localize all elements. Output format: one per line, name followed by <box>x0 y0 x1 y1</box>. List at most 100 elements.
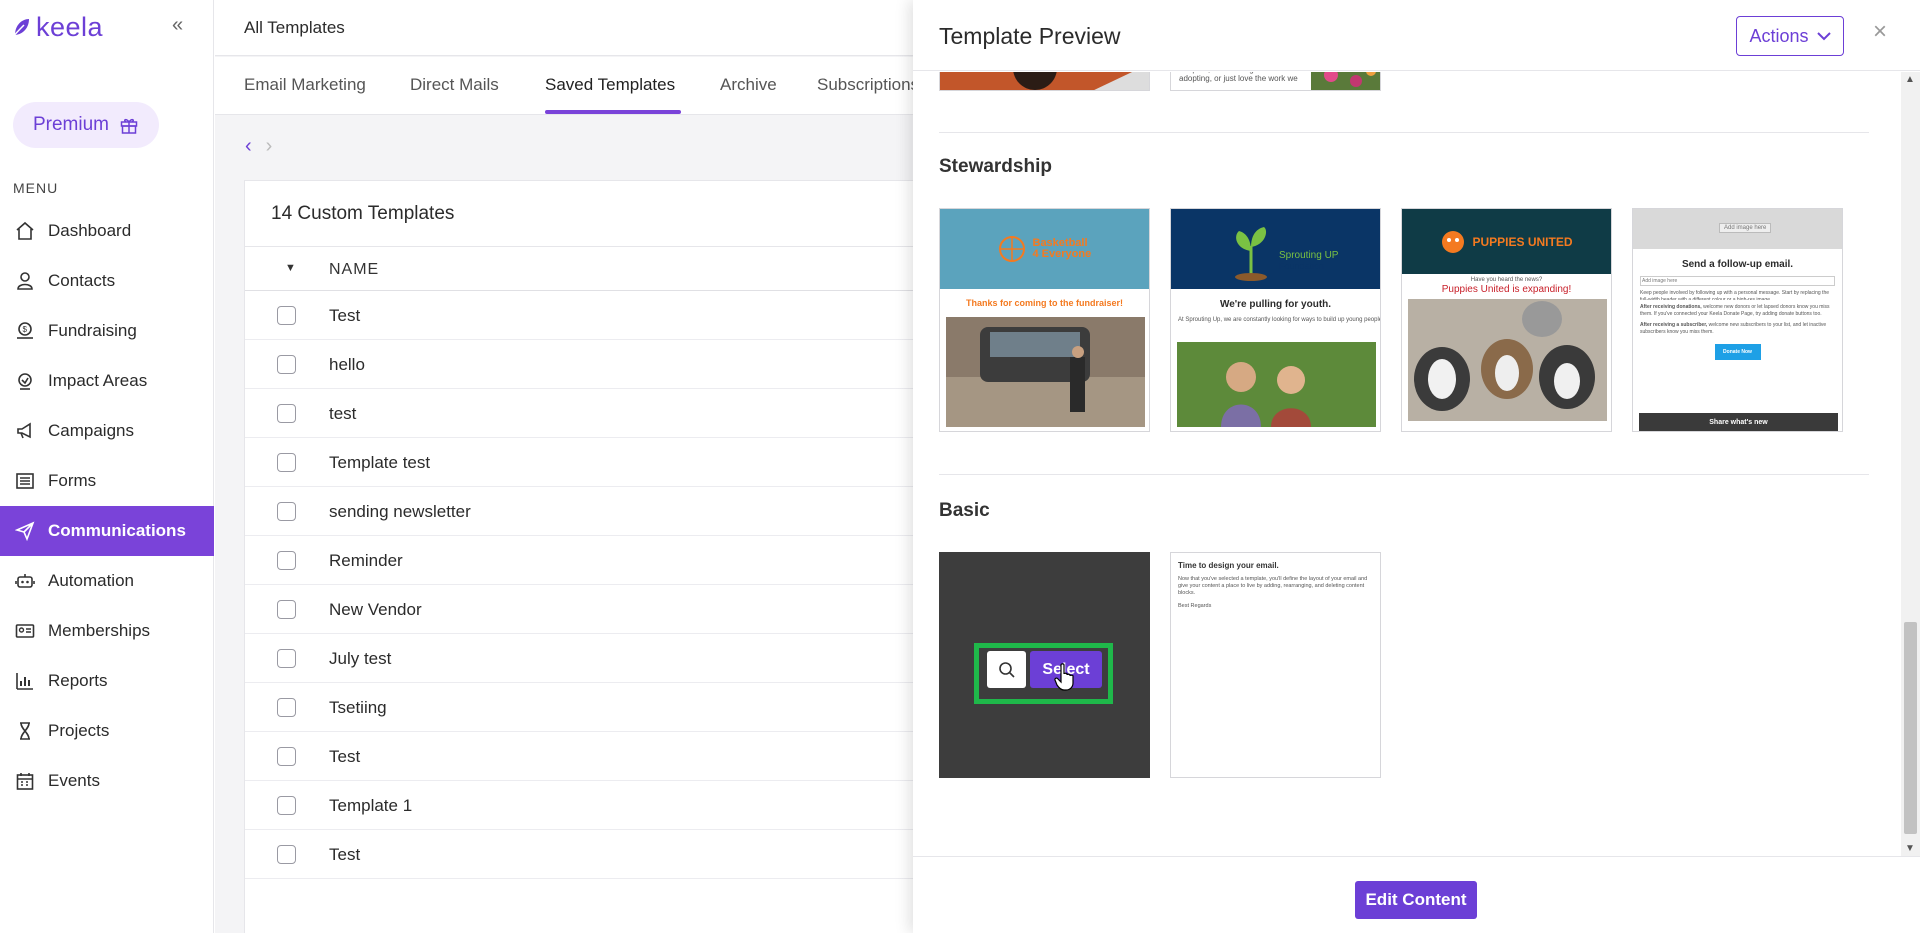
sprout-icon <box>1235 227 1267 281</box>
page-title: All Templates <box>244 18 345 37</box>
sidebar-item-label: Events <box>48 771 100 790</box>
thumb-text: adopted, are thinking about adopting, or… <box>1179 72 1298 83</box>
id-card-icon <box>14 620 36 642</box>
column-header-name[interactable]: NAME <box>329 261 379 279</box>
tab-direct-mails[interactable]: Direct Mails <box>410 75 499 95</box>
thumb-heading: Time to design your email. <box>1178 561 1279 570</box>
image-placeholder: Add image here <box>1719 223 1772 233</box>
thumb-body: After receiving donations, welcome new d… <box>1633 300 1842 318</box>
sidebar-item-projects[interactable]: Projects <box>0 706 214 756</box>
next-page-icon[interactable]: › <box>266 135 273 158</box>
template-thumbnail-follow-up[interactable]: Add image here Send a follow-up email. A… <box>1632 208 1843 432</box>
row-checkbox[interactable] <box>277 698 296 717</box>
edit-content-button[interactable]: Edit Content <box>1355 881 1477 919</box>
collapse-sidebar-icon[interactable]: « <box>172 14 183 37</box>
thumb-header: Sprouting UP Foundation <box>1171 209 1380 289</box>
row-name: New Vendor <box>329 600 422 619</box>
row-checkbox[interactable] <box>277 747 296 766</box>
puppies-photo-image <box>1408 299 1607 421</box>
row-checkbox[interactable] <box>277 453 296 472</box>
actions-dropdown-button[interactable]: Actions <box>1736 16 1844 56</box>
thumb-header: Add image here <box>1633 209 1842 249</box>
row-checkbox[interactable] <box>277 600 296 619</box>
row-checkbox[interactable] <box>277 404 296 423</box>
tab-email-marketing[interactable]: Email Marketing <box>244 75 366 95</box>
thumb-heading: Puppies United is expanding! <box>1441 284 1572 295</box>
template-thumbnail[interactable]: adopted, are thinking about adopting, or… <box>1170 72 1381 91</box>
template-preview-panel: Template Preview Actions × adopted, are … <box>913 0 1920 933</box>
thumb-heading: Send a follow-up email. <box>1681 259 1794 270</box>
keela-logo[interactable]: keela <box>12 12 103 43</box>
thumb-small: Have you heard the news? <box>1470 277 1543 283</box>
sidebar-item-communications[interactable]: Communications <box>0 506 214 556</box>
sidebar-item-memberships[interactable]: Memberships <box>0 606 214 656</box>
row-checkbox[interactable] <box>277 551 296 570</box>
scroll-down-arrow-icon[interactable]: ▼ <box>1905 843 1915 854</box>
thumb-brand: Basketball 4 Everyone <box>1032 237 1092 260</box>
sidebar-item-campaigns[interactable]: Campaigns <box>0 406 214 456</box>
sidebar-item-automation[interactable]: Automation <box>0 556 214 606</box>
tab-archive[interactable]: Archive <box>720 75 777 95</box>
sidebar-item-events[interactable]: Events <box>0 756 214 806</box>
dog-icon <box>1442 230 1465 253</box>
hand-cursor-icon <box>1054 663 1074 691</box>
hand-icon <box>14 370 36 392</box>
row-name: Template 1 <box>329 796 413 815</box>
thumbnail-image <box>940 72 1149 90</box>
sidebar-item-dashboard[interactable]: Dashboard <box>0 206 214 256</box>
row-checkbox[interactable] <box>277 649 296 668</box>
preview-template-button[interactable] <box>987 651 1026 688</box>
premium-button[interactable]: Premium <box>13 102 159 148</box>
sidebar-item-contacts[interactable]: Contacts <box>0 256 214 306</box>
megaphone-icon <box>14 420 36 442</box>
sidebar-item-label: Memberships <box>48 621 151 640</box>
sidebar-item-fundraising[interactable]: $ Fundraising <box>0 306 214 356</box>
row-name: Test <box>329 306 361 325</box>
thumb-brand-name: Sprouting UP <box>1279 250 1339 261</box>
sort-caret-icon[interactable]: ▼ <box>285 262 296 274</box>
scrollbar-thumb[interactable] <box>1904 622 1917 834</box>
menu-title: MENU <box>13 180 59 196</box>
section-divider <box>939 474 1869 475</box>
sidebar-item-label: Forms <box>48 471 97 490</box>
sidebar-item-forms[interactable]: Forms <box>0 456 214 506</box>
row-checkbox[interactable] <box>277 796 296 815</box>
sidebar-item-label: Impact Areas <box>48 371 148 390</box>
tab-subscriptions[interactable]: Subscriptions <box>817 75 919 95</box>
row-checkbox[interactable] <box>277 845 296 864</box>
template-thumbnail[interactable] <box>939 72 1150 91</box>
sidebar-item-label: Projects <box>48 721 110 740</box>
sidebar-item-label: Campaigns <box>48 421 134 440</box>
sidebar: keela « Premium MENU Dashboard Contacts … <box>0 0 214 933</box>
home-icon <box>14 220 36 242</box>
close-icon[interactable]: × <box>1873 18 1887 46</box>
prev-page-icon[interactable]: ‹ <box>245 135 252 158</box>
thumb-brand: PUPPIES UNITED <box>1472 234 1573 249</box>
template-thumbnail-basketball[interactable]: Basketball 4 Everyone Thanks for coming … <box>939 208 1150 432</box>
sidebar-item-label: Fundraising <box>48 321 137 340</box>
robot-icon <box>14 570 36 592</box>
row-name: test <box>329 404 357 423</box>
template-thumbnail-puppies[interactable]: PUPPIES UNITED Have you heard the news? … <box>1401 208 1612 432</box>
panel-title: Template Preview <box>939 23 1121 49</box>
thumb-brand-sub: Foundation <box>1279 261 1325 271</box>
template-thumbnail-basic-blank[interactable]: Select <box>939 552 1150 778</box>
sidebar-item-reports[interactable]: Reports <box>0 656 214 706</box>
row-checkbox[interactable] <box>277 306 296 325</box>
search-icon <box>998 661 1015 678</box>
tab-saved-templates[interactable]: Saved Templates <box>545 75 675 95</box>
template-thumbnail-basic-text[interactable]: Time to design your email. Now that you'… <box>1170 552 1381 778</box>
thumb-sign: Best Regards <box>1178 603 1212 609</box>
scroll-up-arrow-icon[interactable]: ▲ <box>1905 74 1915 85</box>
row-checkbox[interactable] <box>277 355 296 374</box>
template-thumbnail-sprouting[interactable]: Sprouting UP Foundation We're pulling fo… <box>1170 208 1381 432</box>
section-title-basic: Basic <box>939 500 990 521</box>
leaf-logo-icon <box>12 18 29 37</box>
gift-icon <box>120 118 138 134</box>
panel-scrollbar[interactable]: ▲ ▼ <box>1901 72 1920 856</box>
sidebar-item-impact-areas[interactable]: Impact Areas <box>0 356 214 406</box>
logo-text: keela <box>36 12 104 42</box>
sidebar-item-label: Communications <box>48 521 186 540</box>
row-checkbox[interactable] <box>277 502 296 521</box>
thumb-heading: We're pulling for youth. <box>1219 299 1332 310</box>
